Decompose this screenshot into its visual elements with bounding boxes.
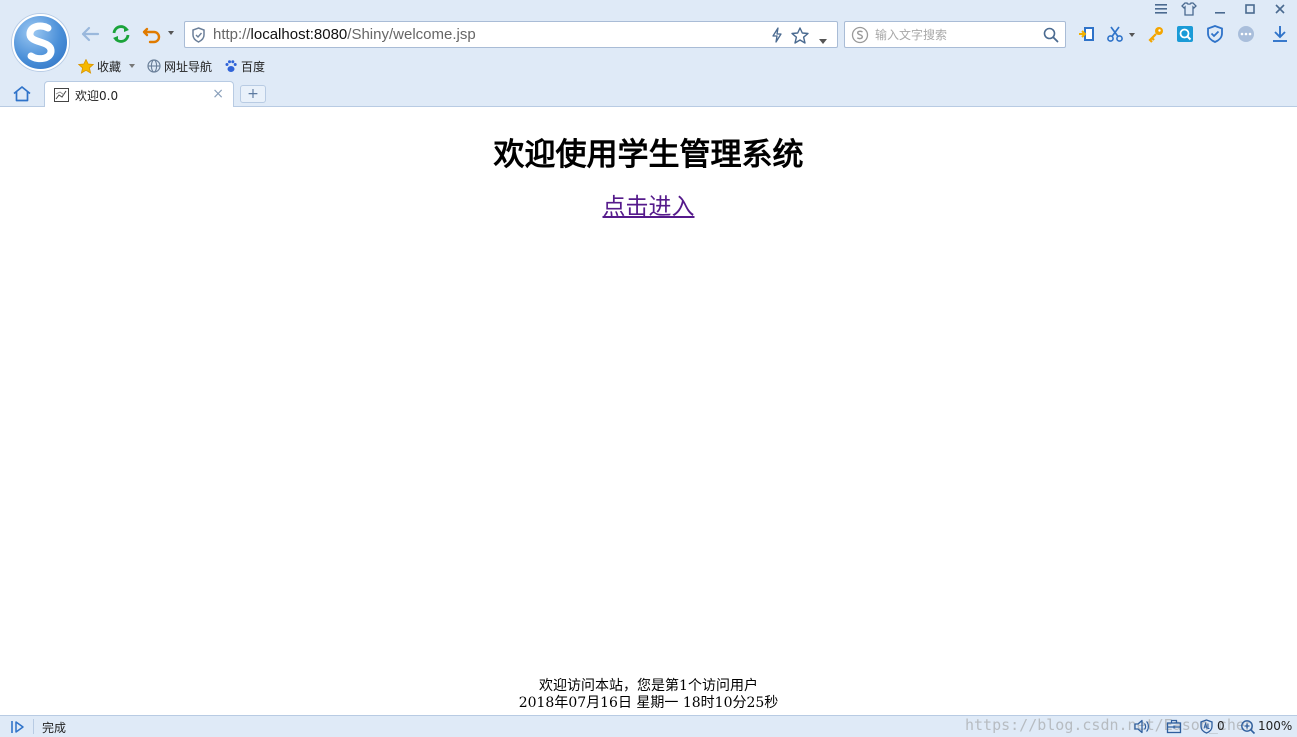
url-path: /Shiny/welcome.jsp	[347, 26, 476, 43]
download-icon[interactable]	[1270, 24, 1290, 44]
enter-link-wrap: 点击进入	[0, 187, 1297, 221]
bookmark-site-nav-label: 网址导航	[164, 59, 213, 74]
tab-title: 欢迎0.0	[75, 89, 119, 103]
speaker-icon[interactable]	[1133, 719, 1151, 737]
page-content: 欢迎使用学生管理系统 点击进入 欢迎访问本站，您是第1个访问用户 2018年07…	[0, 107, 1297, 715]
minimize-icon[interactable]	[1207, 0, 1233, 18]
blocked-count: 0	[1217, 719, 1225, 733]
bookmark-baidu-label: 百度	[241, 59, 266, 74]
search-box[interactable]	[844, 21, 1066, 48]
bookmark-site-nav[interactable]: 网址导航	[147, 58, 212, 75]
close-window-icon[interactable]	[1267, 0, 1293, 18]
more-options-icon[interactable]	[1236, 24, 1256, 44]
ad-block-icon[interactable]	[1199, 719, 1214, 737]
zoom-level[interactable]: 100%	[1258, 719, 1292, 733]
status-bar: 完成 https://blog.csdn.net/Eason_chen 0 10…	[0, 715, 1297, 737]
maximize-icon[interactable]	[1237, 0, 1263, 18]
security-shield-icon[interactable]	[191, 27, 206, 46]
bookmarks-bar: 收藏 网址导航 百度	[78, 56, 277, 76]
screenshot-scissors-icon[interactable]	[1105, 24, 1125, 44]
page-title: 欢迎使用学生管理系统	[493, 137, 804, 173]
load-status-text: 完成	[42, 721, 67, 735]
bookmark-favorites[interactable]: 收藏	[78, 58, 136, 75]
bookmark-favorites-label: 收藏	[97, 59, 122, 74]
extension-icon[interactable]	[1077, 24, 1097, 44]
browser-chrome: http://localhost:8080/Shiny/welcome.jsp	[0, 0, 1297, 107]
scissors-dropdown-icon[interactable]	[1129, 33, 1135, 37]
url-scheme: http://	[213, 26, 251, 43]
address-dropdown-icon[interactable]	[819, 33, 827, 47]
bookmark-star-icon[interactable]	[791, 27, 809, 47]
globe-icon	[147, 59, 161, 73]
password-key-icon[interactable]	[1146, 24, 1166, 44]
visit-info: 欢迎访问本站，您是第1个访问用户 2018年07月16日 星期一 18时10分2…	[0, 678, 1297, 712]
url-host: localhost:8080	[250, 26, 348, 43]
toolbox-icon[interactable]	[1166, 719, 1182, 737]
search-engine-icon[interactable]	[851, 26, 869, 47]
security-guard-icon[interactable]	[1205, 24, 1225, 44]
tab-welcome[interactable]: 欢迎0.0 ×	[44, 81, 234, 107]
visitor-count-text: 欢迎访问本站，您是第1个访问用户	[539, 678, 758, 694]
undo-close-button[interactable]	[140, 22, 164, 46]
undo-dropdown-icon[interactable]	[168, 31, 174, 35]
search-icon[interactable]	[1043, 27, 1059, 46]
status-divider	[33, 719, 34, 734]
current-datetime-text: 2018年07月16日 星期一 18时10分25秒	[518, 695, 779, 711]
bookmark-baidu[interactable]: 百度	[224, 58, 265, 75]
page-favicon-icon	[54, 88, 69, 102]
refresh-button[interactable]	[109, 22, 133, 46]
translate-search-icon[interactable]	[1175, 24, 1195, 44]
sogou-logo-icon[interactable]	[12, 14, 69, 71]
tab-close-icon[interactable]: ×	[212, 87, 224, 101]
address-text[interactable]: http://localhost:8080/Shiny/welcome.jsp	[213, 26, 476, 43]
address-bar[interactable]: http://localhost:8080/Shiny/welcome.jsp	[184, 21, 838, 48]
home-button[interactable]	[12, 85, 32, 105]
favorites-dropdown-icon[interactable]	[129, 64, 136, 68]
star-icon	[78, 58, 94, 74]
new-tab-button[interactable]: +	[240, 85, 266, 103]
home-icon	[13, 86, 31, 102]
zoom-icon[interactable]	[1240, 719, 1256, 737]
lightning-icon[interactable]	[771, 27, 783, 46]
menu-icon[interactable]	[1148, 0, 1174, 18]
search-input[interactable]	[875, 25, 1035, 45]
sidebar-toggle-icon[interactable]	[10, 720, 26, 737]
enter-system-link[interactable]: 点击进入	[603, 194, 695, 220]
paw-icon	[225, 60, 237, 72]
back-button[interactable]	[78, 22, 102, 46]
skin-icon[interactable]	[1176, 0, 1202, 18]
